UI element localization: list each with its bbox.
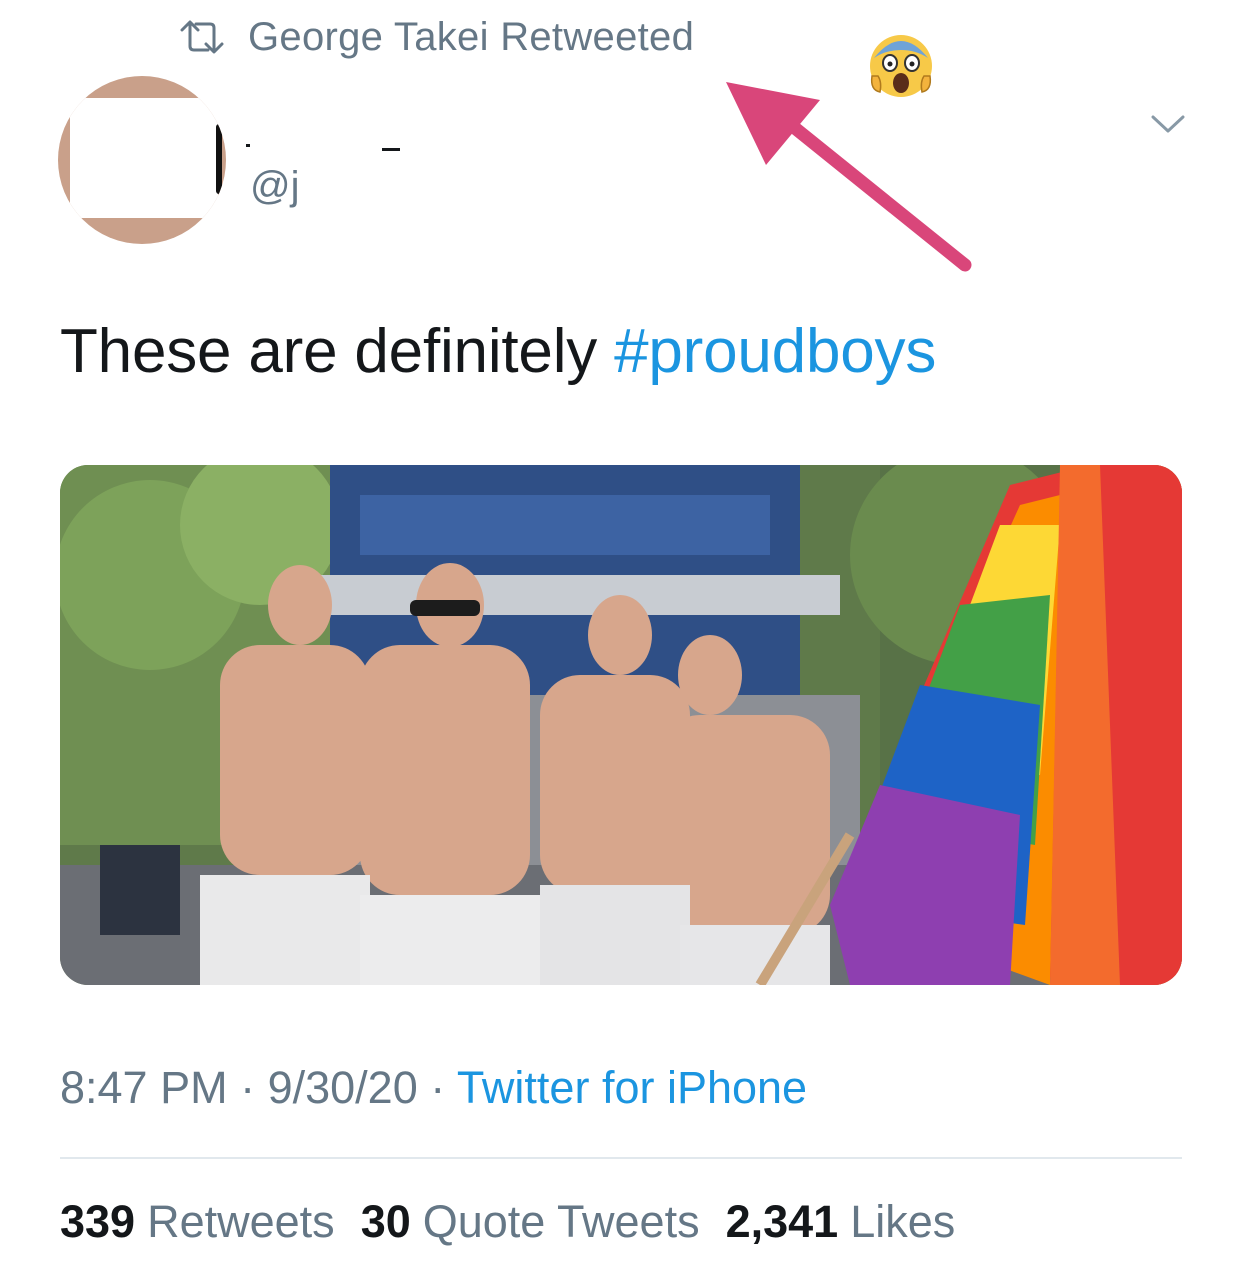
tweet-stats: 339 Retweets 30 Quote Tweets 2,341 Likes [60,1196,955,1248]
tweet-date: 9/30/20 [267,1062,418,1113]
tweet-photo[interactable] [60,465,1182,985]
retweets-count: 339 [60,1196,136,1247]
quote-tweets-label: Quote Tweets [422,1196,700,1247]
author-handle[interactable]: @j [250,164,300,209]
likes-label: Likes [850,1196,956,1247]
divider [60,1157,1182,1159]
annotation-arrow-icon [726,82,972,272]
tweet-source-link[interactable]: Twitter for iPhone [457,1062,807,1113]
meta-separator: · [227,1062,268,1113]
avatar-redaction [70,98,218,218]
quote-tweets-count: 30 [360,1196,411,1247]
author-avatar[interactable] [58,76,226,244]
retweets-label: Retweets [147,1196,335,1247]
chevron-down-icon[interactable] [1150,112,1186,136]
likes-count: 2,341 [725,1196,839,1247]
photo-illustration [60,465,1182,985]
meta-separator: · [417,1062,457,1113]
avatar-redaction-edge [216,124,222,194]
tweet-time: 8:47 PM [60,1062,228,1113]
retweet-banner-text: George Takei Retweeted [248,14,695,59]
quote-tweets-stat[interactable]: 30 Quote Tweets [361,1196,700,1248]
tweet-text: These are definitely [60,317,615,386]
tweet-meta: 8:47 PM · 9/30/20 · Twitter for iPhone [60,1062,807,1114]
retweet-banner[interactable]: George Takei Retweeted [178,14,694,60]
hashtag-link[interactable]: #proudboys [614,317,936,386]
tweet-body: These are definitely #proudboys [60,316,936,387]
retweet-icon [180,20,224,54]
author-display-name-redacted[interactable] [246,118,446,158]
likes-stat[interactable]: 2,341 Likes [726,1196,956,1248]
retweets-stat[interactable]: 339 Retweets [60,1196,335,1248]
